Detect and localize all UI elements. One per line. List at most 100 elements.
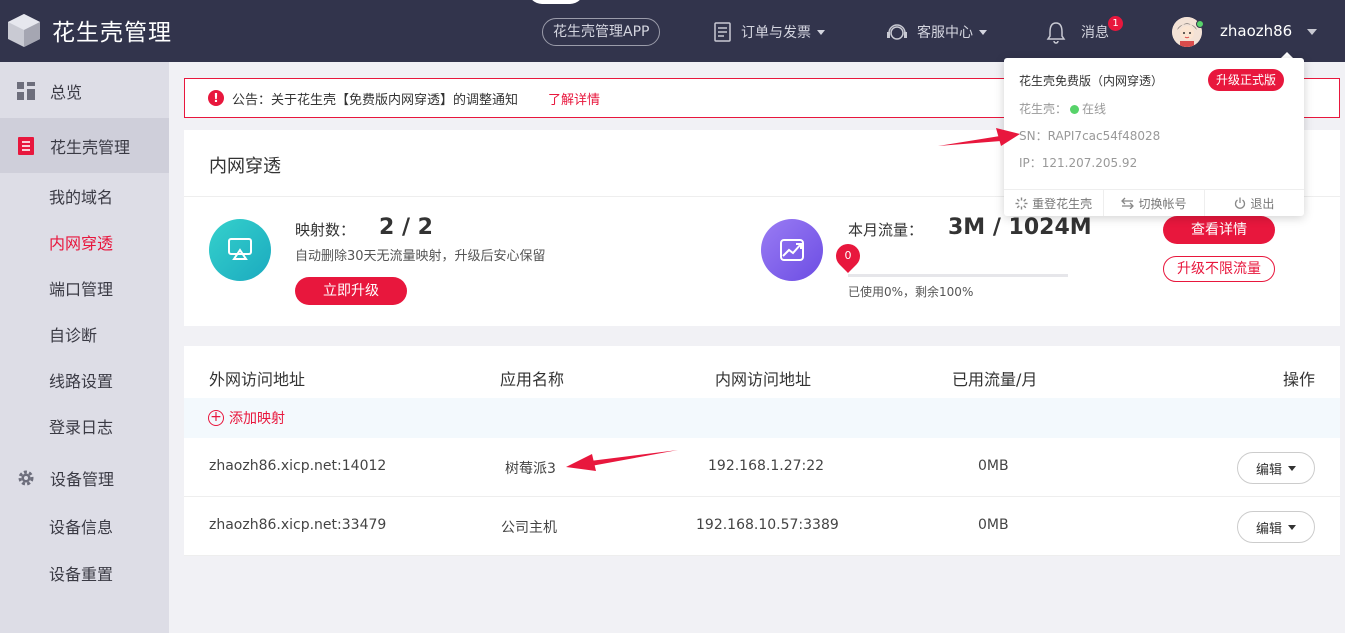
sidebar-item-device-manage[interactable]: 设备管理 [0,455,169,501]
edit-dropdown-button[interactable]: 编辑 [1237,511,1315,543]
sidebar-item-label: 总览 [50,83,83,102]
external-address: zhaozh86.xicp.net:33479 [209,517,387,533]
edit-dropdown-button[interactable]: 编辑 [1237,452,1315,484]
sidebar-item-diagnose[interactable]: 自诊断 [0,311,169,357]
username[interactable]: zhaozh86 [1220,22,1292,40]
sidebar-item-intranet[interactable]: 内网穿透 [0,219,169,265]
switch-account-button[interactable]: 切换帐号 [1104,190,1205,216]
traffic-progress-bar [848,274,1068,277]
traffic-value: 3M / 1024M [948,215,1092,240]
traffic-marker-value: 0 [844,249,852,262]
top-decoration [528,0,584,4]
column-header: 内网访问地址 [715,370,812,389]
alert-icon: ! [208,90,224,106]
orders-menu[interactable]: 订单与发票 [713,18,825,46]
service-status: 花生壳： 在线 [1019,100,1106,117]
sidebar-item-ports[interactable]: 端口管理 [0,265,169,311]
chevron-down-icon [1288,465,1296,471]
edit-label: 编辑 [1255,462,1282,478]
column-header: 操作 [1283,370,1316,389]
app-download-button[interactable]: 花生壳管理APP [542,18,661,46]
column-header: 已用流量/月 [952,370,1038,389]
table-row: zhaozh86.xicp.net:14012 树莓派3 192.168.1.2… [184,438,1340,497]
logout-label: 退出 [1250,196,1275,211]
sidebar-item-domains[interactable]: 我的域名 [0,173,169,219]
plus-circle-icon: + [208,410,224,426]
dashboard-icon [17,82,35,100]
switch-arrows-icon [1121,197,1135,209]
chevron-down-icon[interactable] [1307,29,1317,35]
document-icon [18,136,34,155]
top-bar: 花生壳管理 花生壳管理APP 订单与发票 客服中心 消息 1 zhaozh86 [0,0,1345,62]
sidebar-item-overview[interactable]: 总览 [0,68,169,114]
logout-button[interactable]: 退出 [1205,190,1304,216]
online-status-dot [1196,20,1204,28]
app-name: 树莓派3 [505,461,556,477]
messages-menu[interactable]: 消息 [1045,18,1109,46]
edit-label: 编辑 [1255,521,1282,537]
upgrade-plan-button[interactable]: 升级正式版 [1208,69,1285,91]
column-header: 应用名称 [500,370,565,389]
spinner-icon [1015,197,1028,209]
sidebar-item-label: 设备管理 [50,470,115,489]
online-dot [1070,105,1080,114]
invoice-icon [714,22,731,42]
mapping-value: 2 / 2 [379,215,433,240]
page-title: 内网穿透 [209,156,281,177]
sidebar-item-login-log[interactable]: 登录日志 [0,403,169,449]
sidebar-item-device-info[interactable]: 设备信息 [0,503,169,549]
relogin-label: 重登花生壳 [1032,196,1093,211]
sidebar-item-route[interactable]: 线路设置 [0,357,169,403]
status-label: 花生壳： [1019,102,1068,116]
service-label: 客服中心 [917,25,973,41]
upgrade-now-button[interactable]: 立即升级 [295,277,407,305]
service-menu[interactable]: 客服中心 [885,18,987,46]
traffic-label: 本月流量： [848,221,924,239]
chevron-down-icon [817,29,825,35]
power-icon [1235,197,1246,209]
gear-icon [18,470,34,486]
internal-address: 192.168.1.27:22 [708,458,825,474]
messages-label: 消息 [1081,25,1109,41]
logo[interactable]: 花生壳管理 [6,12,172,48]
traffic-used: 0MB [978,517,1009,533]
box-logo-icon [8,14,40,47]
traffic-desc: 已使用0%，剩余100% [848,285,974,299]
mapping-desc: 自动删除30天无流量映射，升级后安心保留 [295,249,546,264]
app-name: 公司主机 [501,520,557,536]
bell-icon [1046,22,1066,44]
mapping-label: 映射数： [295,221,356,239]
user-popup: 花生壳免费版（内网穿透） 升级正式版 花生壳： 在线 SN：RAPI7cac54f… [1004,58,1304,216]
plan-title: 花生壳免费版（内网穿透） [1019,74,1164,88]
table-row: zhaozh86.xicp.net:33479 公司主机 192.168.10.… [184,497,1340,556]
relogin-button[interactable]: 重登花生壳 [1004,190,1105,216]
notice-detail-link[interactable]: 了解详情 [548,89,600,108]
chevron-down-icon [1288,524,1296,530]
app-title: 花生壳管理 [52,20,172,46]
add-mapping-button[interactable]: + 添加映射 [184,398,1340,438]
internal-address: 192.168.10.57:3389 [696,517,839,533]
external-address: zhaozh86.xicp.net:14012 [209,458,387,474]
mapping-stat-icon [209,219,271,281]
status-value: 在线 [1082,102,1107,116]
sidebar-item-label: 花生壳管理 [50,137,131,157]
device-ip: IP：121.207.205.92 [1019,156,1138,170]
sidebar-item-hsk-manage[interactable]: 花生壳管理 [0,118,169,173]
trend-chart-icon [780,239,804,261]
upgrade-unlimited-button[interactable]: 升级不限流量 [1163,256,1275,282]
chevron-down-icon [979,29,987,35]
popup-footer: 重登花生壳 切换帐号 退出 [1004,189,1304,216]
mapping-table: 外网访问地址 应用名称 内网访问地址 已用流量/月 操作 + 添加映射 zhao… [184,346,1340,556]
traffic-used: 0MB [978,458,1009,474]
headset-icon [887,24,907,40]
view-details-button[interactable]: 查看详情 [1163,216,1275,244]
column-header: 外网访问地址 [209,370,306,389]
messages-count-badge: 1 [1108,16,1123,31]
switch-account-label: 切换帐号 [1138,196,1187,211]
sidebar-item-device-reset[interactable]: 设备重置 [0,550,169,596]
device-sn: SN：RAPI7cac54f48028 [1019,129,1161,143]
cast-icon [228,238,252,260]
notice-text: 公告：关于花生壳【免费版内网穿透】的调整通知 [232,92,519,108]
traffic-stat-icon [761,219,823,281]
sidebar: 总览 花生壳管理 我的域名 内网穿透 端口管理 自诊断 线路设置 登录日志 设备… [0,62,169,633]
